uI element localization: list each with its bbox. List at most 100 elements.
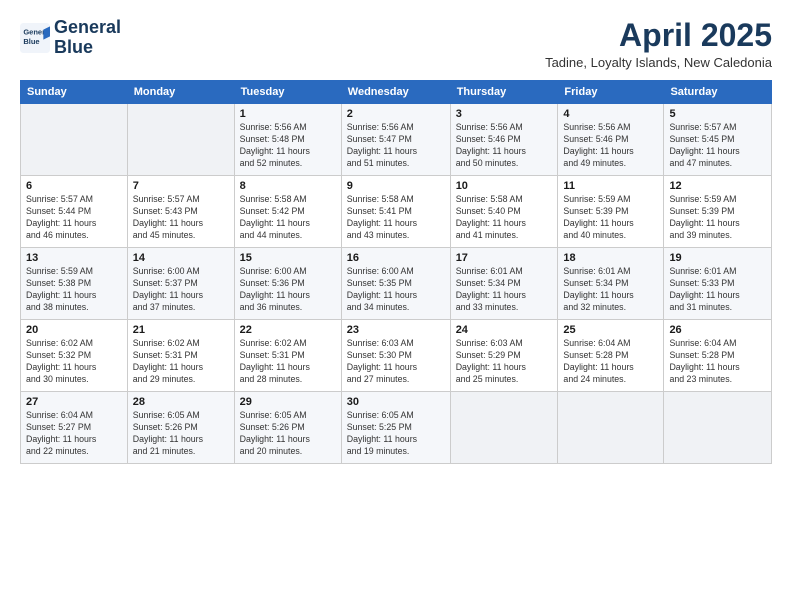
calendar-cell: 5 Sunrise: 5:57 AMSunset: 5:45 PMDaylight… [664,104,772,176]
day-number: 14 [133,252,229,264]
calendar-cell: 4 Sunrise: 5:56 AMSunset: 5:46 PMDaylight… [558,104,664,176]
calendar-cell [558,392,664,464]
day-info: Sunrise: 6:05 AMSunset: 5:26 PMDaylight:… [240,410,336,458]
day-info: Sunrise: 5:58 AMSunset: 5:40 PMDaylight:… [456,194,553,242]
day-number: 29 [240,396,336,408]
calendar-cell: 10 Sunrise: 5:58 AMSunset: 5:40 PMDayligh… [450,176,558,248]
calendar-cell: 11Sunrise: 5:59 AMSunset: 5:39 PMDayligh… [558,176,664,248]
day-number: 26 [669,324,766,336]
day-info: Sunrise: 6:04 AMSunset: 5:28 PMDaylight:… [669,338,766,386]
day-number: 4 [563,108,658,120]
calendar-cell: 26 Sunrise: 6:04 AMSunset: 5:28 PMDayligh… [664,320,772,392]
day-number: 28 [133,396,229,408]
day-number: 2 [347,108,445,120]
day-info: Sunrise: 6:02 AMSunset: 5:32 PMDaylight:… [26,338,122,386]
day-number: 23 [347,324,445,336]
day-info: Sunrise: 5:58 AMSunset: 5:42 PMDaylight:… [240,194,336,242]
calendar-cell: 18Sunrise: 6:01 AMSunset: 5:34 PMDayligh… [558,248,664,320]
logo-text: General Blue [54,18,121,58]
day-info: Sunrise: 6:00 AMSunset: 5:35 PMDaylight:… [347,266,445,314]
weekday-header-row: Sunday Monday Tuesday Wednesday Thursday… [21,81,772,104]
day-number: 13 [26,252,122,264]
header-wednesday: Wednesday [341,81,450,104]
day-number: 25 [563,324,658,336]
day-number: 30 [347,396,445,408]
header-monday: Monday [127,81,234,104]
day-info: Sunrise: 5:59 AMSunset: 5:38 PMDaylight:… [26,266,122,314]
header-friday: Friday [558,81,664,104]
calendar-cell: 28 Sunrise: 6:05 AMSunset: 5:26 PMDayligh… [127,392,234,464]
logo-line1: General [54,17,121,37]
day-info: Sunrise: 5:57 AMSunset: 5:45 PMDaylight:… [669,122,766,170]
day-info: Sunrise: 6:05 AMSunset: 5:25 PMDaylight:… [347,410,445,458]
day-number: 6 [26,180,122,192]
calendar-cell: 30 Sunrise: 6:05 AMSunset: 5:25 PMDayligh… [341,392,450,464]
logo-icon: General Blue [20,23,50,53]
week-row-3: 13 Sunrise: 5:59 AMSunset: 5:38 PMDayligh… [21,248,772,320]
day-info: Sunrise: 5:58 AMSunset: 5:41 PMDaylight:… [347,194,445,242]
calendar-cell: 1Sunrise: 5:56 AMSunset: 5:48 PMDaylight… [234,104,341,176]
calendar-cell: 19 Sunrise: 6:01 AMSunset: 5:33 PMDayligh… [664,248,772,320]
day-info: Sunrise: 6:01 AMSunset: 5:34 PMDaylight:… [456,266,553,314]
header-saturday: Saturday [664,81,772,104]
day-number: 10 [456,180,553,192]
calendar-table: Sunday Monday Tuesday Wednesday Thursday… [20,80,772,464]
day-number: 9 [347,180,445,192]
calendar-cell: 25Sunrise: 6:04 AMSunset: 5:28 PMDayligh… [558,320,664,392]
day-number: 7 [133,180,229,192]
day-info: Sunrise: 6:03 AMSunset: 5:29 PMDaylight:… [456,338,553,386]
header-thursday: Thursday [450,81,558,104]
day-info: Sunrise: 6:03 AMSunset: 5:30 PMDaylight:… [347,338,445,386]
logo: General Blue General Blue [20,18,121,58]
day-number: 12 [669,180,766,192]
month-title: April 2025 [545,18,772,53]
day-number: 5 [669,108,766,120]
calendar-cell: 9 Sunrise: 5:58 AMSunset: 5:41 PMDaylight… [341,176,450,248]
calendar-cell: 12Sunrise: 5:59 AMSunset: 5:39 PMDayligh… [664,176,772,248]
day-number: 3 [456,108,553,120]
day-number: 21 [133,324,229,336]
day-info: Sunrise: 5:56 AMSunset: 5:47 PMDaylight:… [347,122,445,170]
day-number: 20 [26,324,122,336]
day-number: 11 [563,180,658,192]
calendar-cell: 21Sunrise: 6:02 AMSunset: 5:31 PMDayligh… [127,320,234,392]
calendar-cell: 6 Sunrise: 5:57 AMSunset: 5:44 PMDaylight… [21,176,128,248]
day-info: Sunrise: 6:01 AMSunset: 5:33 PMDaylight:… [669,266,766,314]
calendar-cell: 13 Sunrise: 5:59 AMSunset: 5:38 PMDayligh… [21,248,128,320]
location-subtitle: Tadine, Loyalty Islands, New Caledonia [545,55,772,70]
week-row-4: 20 Sunrise: 6:02 AMSunset: 5:32 PMDayligh… [21,320,772,392]
day-info: Sunrise: 5:57 AMSunset: 5:44 PMDaylight:… [26,194,122,242]
day-info: Sunrise: 6:00 AMSunset: 5:37 PMDaylight:… [133,266,229,314]
calendar-cell: 24Sunrise: 6:03 AMSunset: 5:29 PMDayligh… [450,320,558,392]
calendar-cell: 7Sunrise: 5:57 AMSunset: 5:43 PMDaylight… [127,176,234,248]
day-number: 15 [240,252,336,264]
calendar-cell: 29 Sunrise: 6:05 AMSunset: 5:26 PMDayligh… [234,392,341,464]
calendar-cell: 15 Sunrise: 6:00 AMSunset: 5:36 PMDayligh… [234,248,341,320]
calendar-cell: 2 Sunrise: 5:56 AMSunset: 5:47 PMDaylight… [341,104,450,176]
day-number: 27 [26,396,122,408]
calendar-cell: 27 Sunrise: 6:04 AMSunset: 5:27 PMDayligh… [21,392,128,464]
day-info: Sunrise: 5:56 AMSunset: 5:46 PMDaylight:… [563,122,658,170]
title-block: April 2025 Tadine, Loyalty Islands, New … [545,18,772,70]
calendar-cell: 3 Sunrise: 5:56 AMSunset: 5:46 PMDaylight… [450,104,558,176]
logo-line2: Blue [54,37,93,57]
calendar-cell: 14 Sunrise: 6:00 AMSunset: 5:37 PMDayligh… [127,248,234,320]
day-info: Sunrise: 6:05 AMSunset: 5:26 PMDaylight:… [133,410,229,458]
calendar-cell: 17 Sunrise: 6:01 AMSunset: 5:34 PMDayligh… [450,248,558,320]
day-number: 19 [669,252,766,264]
week-row-2: 6 Sunrise: 5:57 AMSunset: 5:44 PMDaylight… [21,176,772,248]
calendar-cell [21,104,128,176]
day-number: 16 [347,252,445,264]
day-info: Sunrise: 6:00 AMSunset: 5:36 PMDaylight:… [240,266,336,314]
day-number: 22 [240,324,336,336]
day-info: Sunrise: 6:04 AMSunset: 5:27 PMDaylight:… [26,410,122,458]
header-sunday: Sunday [21,81,128,104]
svg-text:Blue: Blue [23,37,39,46]
header: General Blue General Blue April 2025 Tad… [20,18,772,70]
calendar-cell: 8Sunrise: 5:58 AMSunset: 5:42 PMDaylight… [234,176,341,248]
day-info: Sunrise: 5:56 AMSunset: 5:46 PMDaylight:… [456,122,553,170]
calendar-cell: 20 Sunrise: 6:02 AMSunset: 5:32 PMDayligh… [21,320,128,392]
header-tuesday: Tuesday [234,81,341,104]
day-number: 1 [240,108,336,120]
day-number: 17 [456,252,553,264]
